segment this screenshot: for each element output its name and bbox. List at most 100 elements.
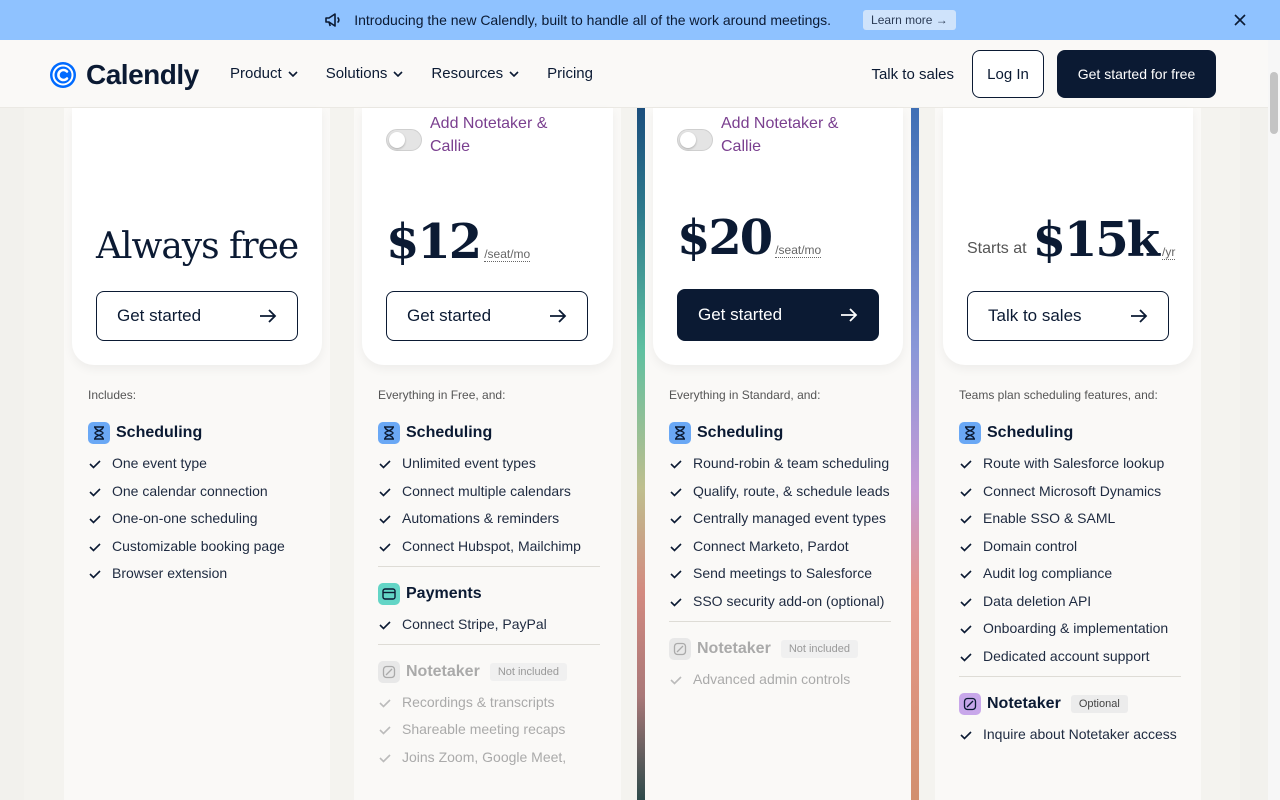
notetaker-toggle-row: Add Notetaker & Callie bbox=[677, 112, 871, 158]
get-started-free-button[interactable]: Get started for free bbox=[1057, 50, 1216, 98]
calendly-logo[interactable]: Calendly bbox=[48, 59, 199, 91]
login-button[interactable]: Log In bbox=[972, 50, 1044, 98]
highlight-border-left bbox=[637, 108, 645, 800]
feature-text: Advanced admin controls bbox=[693, 670, 851, 687]
arrow-right-icon bbox=[1131, 309, 1148, 323]
feature-text: Onboarding & implementation bbox=[983, 620, 1169, 636]
nav-actions: Talk to sales Log In Get started for fre… bbox=[871, 50, 1216, 98]
feature-text: Route with Salesforce lookup bbox=[983, 455, 1165, 471]
check-icon bbox=[379, 487, 391, 497]
get-started-button[interactable]: Get started bbox=[96, 291, 298, 341]
section-title-text: Notetaker bbox=[697, 639, 771, 657]
menu-solutions[interactable]: Solutions bbox=[326, 65, 404, 82]
scrollbar-thumb[interactable] bbox=[1270, 72, 1278, 134]
feature-item: Customizable booking page bbox=[88, 537, 310, 556]
hourglass-icon bbox=[378, 422, 400, 444]
feature-text: Connect Stripe, PayPal bbox=[402, 615, 547, 632]
check-icon bbox=[960, 570, 972, 579]
feature-list-free: Includes: Scheduling One event type One … bbox=[88, 388, 310, 592]
menu-resources[interactable]: Resources bbox=[431, 65, 519, 82]
notetaker-toggle[interactable] bbox=[677, 129, 713, 151]
feature-list-standard: Everything in Free, and: Scheduling Unli… bbox=[378, 388, 600, 775]
feature-text: Automations & reminders bbox=[402, 510, 560, 526]
feature-text: Qualify, route, & schedule leads bbox=[693, 482, 890, 499]
menu-product[interactable]: Product bbox=[230, 65, 298, 82]
hourglass-icon bbox=[959, 422, 981, 444]
learn-more-button[interactable]: Learn more → bbox=[863, 10, 956, 30]
feature-text: Connect multiple calendars bbox=[402, 482, 571, 499]
starts-at-label: Starts at bbox=[967, 240, 1027, 257]
feature-text: One calendar connection bbox=[112, 482, 268, 499]
feature-text: Connect Marketo, Pardot bbox=[693, 537, 849, 554]
check-icon bbox=[379, 698, 391, 708]
price: $12 /seat/mo bbox=[386, 214, 531, 270]
announcement-text: Introducing the new Calendly, built to h… bbox=[354, 12, 832, 28]
check-icon bbox=[960, 597, 972, 607]
button-label: Get started bbox=[698, 305, 783, 324]
main-menu: Product Solutions Resources Pricing bbox=[230, 65, 621, 82]
features-intro: Teams plan scheduling features, and: bbox=[959, 388, 1158, 402]
feature-item: Joins Zoom, Google Meet, bbox=[378, 748, 600, 767]
close-icon[interactable] bbox=[1233, 13, 1247, 27]
menu-pricing[interactable]: Pricing bbox=[547, 65, 593, 82]
feature-item: Onboarding & implementation bbox=[959, 619, 1181, 638]
check-icon bbox=[379, 620, 391, 630]
feature-text: Connect Microsoft Dynamics bbox=[983, 482, 1162, 499]
button-label: Get started bbox=[407, 306, 492, 325]
section-divider bbox=[959, 675, 1181, 677]
menu-label: Pricing bbox=[547, 65, 593, 82]
arrow-right-icon bbox=[550, 309, 567, 323]
section-notetaker: Notetaker Not included bbox=[378, 660, 600, 683]
feature-text: Round-robin & team scheduling bbox=[693, 455, 890, 471]
calendly-logo-icon bbox=[50, 62, 76, 88]
top-nav: Calendly Product Solutions Resources Pri… bbox=[0, 40, 1268, 108]
feature-item: Audit log compliance bbox=[959, 564, 1181, 583]
get-started-button[interactable]: Get started bbox=[386, 291, 588, 341]
highlight-border-right bbox=[911, 108, 919, 800]
price-always-free: Always free bbox=[96, 226, 299, 267]
feature-text: Audit log compliance bbox=[983, 565, 1113, 581]
check-icon bbox=[670, 515, 682, 524]
feature-text: Joins Zoom, Google Meet, bbox=[402, 748, 567, 765]
features-intro: Includes: bbox=[88, 388, 137, 402]
notetaker-icon bbox=[669, 637, 691, 660]
talk-to-sales-button[interactable]: Talk to sales bbox=[967, 291, 1169, 341]
feature-item: One event type bbox=[88, 454, 310, 473]
section-scheduling: Scheduling bbox=[378, 422, 600, 444]
check-icon bbox=[960, 730, 972, 740]
check-icon bbox=[89, 542, 101, 552]
price-unit[interactable]: /seat/mo bbox=[775, 243, 822, 258]
price-amount: $12 bbox=[386, 214, 482, 270]
section-title-text: Scheduling bbox=[697, 424, 784, 441]
get-started-button[interactable]: Get started bbox=[677, 289, 879, 341]
feature-item: Centrally managed event types bbox=[669, 509, 891, 528]
feature-item: Route with Salesforce lookup bbox=[959, 454, 1181, 473]
feature-item: Qualify, route, & schedule leads bbox=[669, 482, 891, 501]
feature-list-enterprise: Teams plan scheduling features, and: Sch… bbox=[959, 388, 1181, 752]
feature-text: Enable SSO & SAML bbox=[983, 510, 1116, 526]
notetaker-toggle[interactable] bbox=[386, 129, 422, 151]
feature-item: Connect Microsoft Dynamics bbox=[959, 482, 1181, 501]
price-unit[interactable]: /seat/mo bbox=[484, 247, 531, 262]
feature-item: Send meetings to Salesforce bbox=[669, 564, 891, 583]
megaphone-icon bbox=[325, 13, 340, 27]
section-title-text: Scheduling bbox=[406, 424, 493, 441]
price-unit[interactable]: /yr bbox=[1162, 245, 1176, 260]
talk-to-sales-link[interactable]: Talk to sales bbox=[871, 66, 954, 83]
notetaker-icon bbox=[378, 660, 400, 683]
toggle-label: Add Notetaker & Callie bbox=[430, 115, 548, 155]
optional-badge: Optional bbox=[1070, 694, 1128, 713]
feature-item: Recordings & transcripts bbox=[378, 693, 600, 712]
check-icon bbox=[960, 460, 972, 469]
not-included-badge: Not included bbox=[780, 639, 858, 658]
scrollbar[interactable] bbox=[1268, 40, 1280, 800]
arrow-right-icon bbox=[841, 308, 858, 322]
check-icon bbox=[89, 570, 101, 579]
feature-text: Domain control bbox=[983, 537, 1078, 554]
feature-items: One event type One calendar connection O… bbox=[88, 454, 310, 583]
check-icon bbox=[89, 487, 101, 497]
feature-text: Data deletion API bbox=[983, 592, 1092, 609]
feature-text: Connect Hubspot, Mailchimp bbox=[402, 537, 581, 554]
feature-item: Domain control bbox=[959, 537, 1181, 556]
feature-item: Connect Marketo, Pardot bbox=[669, 537, 891, 556]
